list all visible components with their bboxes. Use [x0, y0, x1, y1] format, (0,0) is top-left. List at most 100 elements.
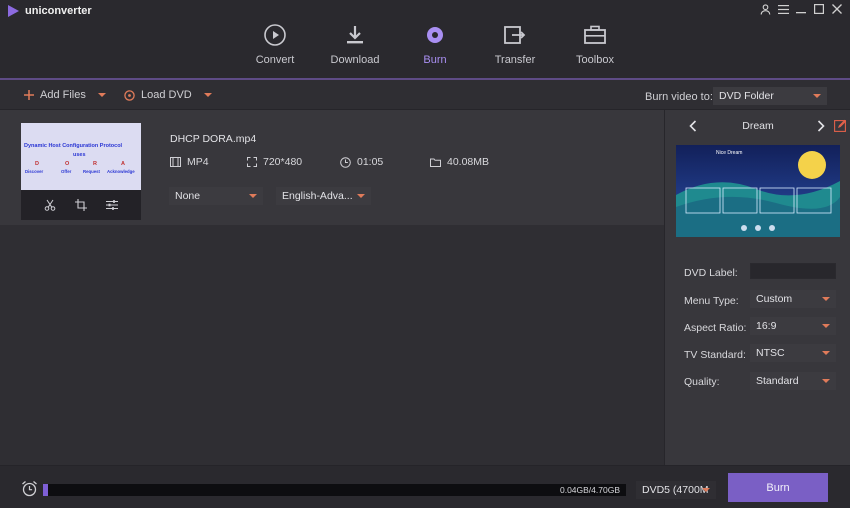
subtitle-select[interactable]: None	[169, 187, 263, 205]
tab-convert[interactable]: Convert	[235, 18, 315, 80]
chevron-down-icon[interactable]	[97, 93, 106, 97]
tv-standard-select[interactable]: NTSC	[750, 344, 836, 362]
transfer-icon	[502, 22, 528, 48]
convert-icon	[262, 22, 288, 48]
aspect-ratio-label: Aspect Ratio:	[684, 322, 747, 334]
menu-icon[interactable]	[776, 2, 790, 16]
tab-label: Convert	[255, 54, 295, 66]
tab-toolbox[interactable]: Toolbox	[555, 18, 635, 80]
chevron-right-icon[interactable]	[817, 120, 825, 132]
thumbnail-image: Dynamic Host Configuration Protocol uses…	[21, 123, 141, 190]
file-size: 40.08MB	[430, 156, 489, 168]
chevron-down-icon	[822, 324, 830, 328]
thumb-letter: D	[35, 161, 39, 167]
toolbox-icon	[582, 22, 608, 48]
audio-track-value: English-Adva...	[282, 190, 353, 202]
close-icon[interactable]	[830, 2, 844, 16]
bottom-bar: 0.04GB/4.70GB DVD5 (4700M Burn	[0, 465, 850, 508]
chevron-down-icon	[813, 94, 821, 98]
tab-transfer[interactable]: Transfer	[475, 18, 555, 80]
minimize-icon[interactable]	[794, 2, 808, 16]
tab-label: Burn	[423, 54, 447, 66]
tab-label: Download	[330, 54, 380, 66]
app-logo: uniconverter	[8, 5, 92, 17]
clock-icon	[340, 156, 351, 168]
main-nav: Convert Download Burn Transfer Toolbox	[235, 18, 635, 80]
subtitle-value: None	[175, 190, 201, 202]
resize-icon	[247, 157, 257, 167]
tab-label: Transfer	[494, 54, 536, 66]
burn-target-value: DVD Folder	[719, 90, 774, 102]
film-icon	[170, 157, 181, 167]
dvd-settings-panel: Dream Nice Dream DVD Label: Menu Type: C…	[664, 110, 850, 465]
menu-type-select[interactable]: Custom	[750, 290, 836, 308]
tv-standard-label: TV Standard:	[684, 349, 746, 361]
play-logo-icon	[8, 5, 19, 17]
chevron-down-icon	[822, 297, 830, 301]
burn-to-label: Burn video to:	[645, 91, 713, 103]
tab-burn[interactable]: Burn	[395, 18, 475, 80]
dvd-label-label: DVD Label:	[684, 267, 738, 279]
aspect-ratio-value: 16:9	[756, 320, 777, 332]
tab-download[interactable]: Download	[315, 18, 395, 80]
thumb-letter: O	[65, 161, 70, 167]
quality-label: Quality:	[684, 376, 720, 388]
burn-icon	[422, 22, 448, 48]
format-value: MP4	[187, 156, 209, 168]
app-title: uniconverter	[25, 5, 92, 17]
capacity-fill	[43, 484, 48, 496]
disc-capacity-bar: 0.04GB/4.70GB	[43, 484, 626, 496]
thumb-word: Offer	[61, 169, 72, 174]
thumb-uses: uses	[73, 152, 86, 158]
chevron-down-icon	[249, 194, 257, 198]
plus-icon	[24, 90, 34, 100]
add-files-button[interactable]: Add Files	[24, 89, 106, 101]
chevron-down-icon	[822, 351, 830, 355]
load-dvd-button[interactable]: Load DVD	[124, 89, 212, 101]
size-value: 40.08MB	[447, 156, 490, 168]
download-icon	[342, 22, 368, 48]
quality-select[interactable]: Standard	[750, 372, 836, 390]
template-caption: Nice Dream	[716, 150, 742, 156]
dvd-label-input[interactable]	[750, 263, 836, 279]
video-thumbnail[interactable]: Dynamic Host Configuration Protocol uses…	[21, 123, 141, 220]
thumb-word: Discover	[25, 169, 44, 174]
disc-type-select[interactable]: DVD5 (4700M	[636, 481, 716, 499]
list-item[interactable]: Dynamic Host Configuration Protocol uses…	[0, 110, 664, 225]
file-list: Dynamic Host Configuration Protocol uses…	[0, 110, 664, 465]
burn-target-select[interactable]: DVD Folder	[713, 87, 827, 105]
aspect-ratio-select[interactable]: 16:9	[750, 317, 836, 335]
disc-type-value: DVD5 (4700M	[642, 484, 709, 496]
chevron-down-icon[interactable]	[203, 93, 212, 97]
load-dvd-label: Load DVD	[141, 89, 192, 101]
menu-type-value: Custom	[756, 293, 793, 305]
alarm-clock-icon[interactable]	[21, 480, 38, 497]
tab-label: Toolbox	[576, 54, 614, 66]
maximize-icon[interactable]	[812, 2, 826, 16]
folder-icon	[430, 158, 441, 167]
thumb-title: Dynamic Host Configuration Protocol	[24, 143, 123, 149]
duration-value: 01:05	[357, 156, 384, 168]
thumb-letter: A	[121, 161, 125, 167]
user-icon[interactable]	[758, 2, 772, 16]
effects-sliders-icon[interactable]	[105, 199, 118, 211]
chevron-down-icon	[357, 194, 365, 198]
burn-button[interactable]: Burn	[728, 473, 828, 502]
thumb-letter: R	[93, 161, 97, 167]
title-bar: uniconverter Convert Download Burn Trans…	[0, 0, 850, 80]
scissors-icon[interactable]	[44, 199, 56, 211]
toolbar: Add Files Load DVD Burn video to: DVD Fo…	[0, 82, 850, 110]
resolution-value: 720*480	[263, 156, 303, 168]
chevron-down-icon	[822, 379, 830, 383]
edit-icon[interactable]	[834, 119, 847, 132]
file-resolution: 720*480	[247, 156, 302, 168]
crop-icon[interactable]	[74, 199, 87, 211]
disc-icon	[124, 89, 135, 101]
quality-value: Standard	[756, 375, 799, 387]
audio-track-select[interactable]: English-Adva...	[276, 187, 371, 205]
file-name: DHCP DORA.mp4	[170, 133, 257, 145]
template-preview[interactable]: Nice Dream	[676, 145, 840, 237]
file-duration: 01:05	[340, 156, 383, 168]
file-format: MP4	[170, 156, 209, 168]
thumb-word: Acknowledge	[107, 169, 135, 174]
